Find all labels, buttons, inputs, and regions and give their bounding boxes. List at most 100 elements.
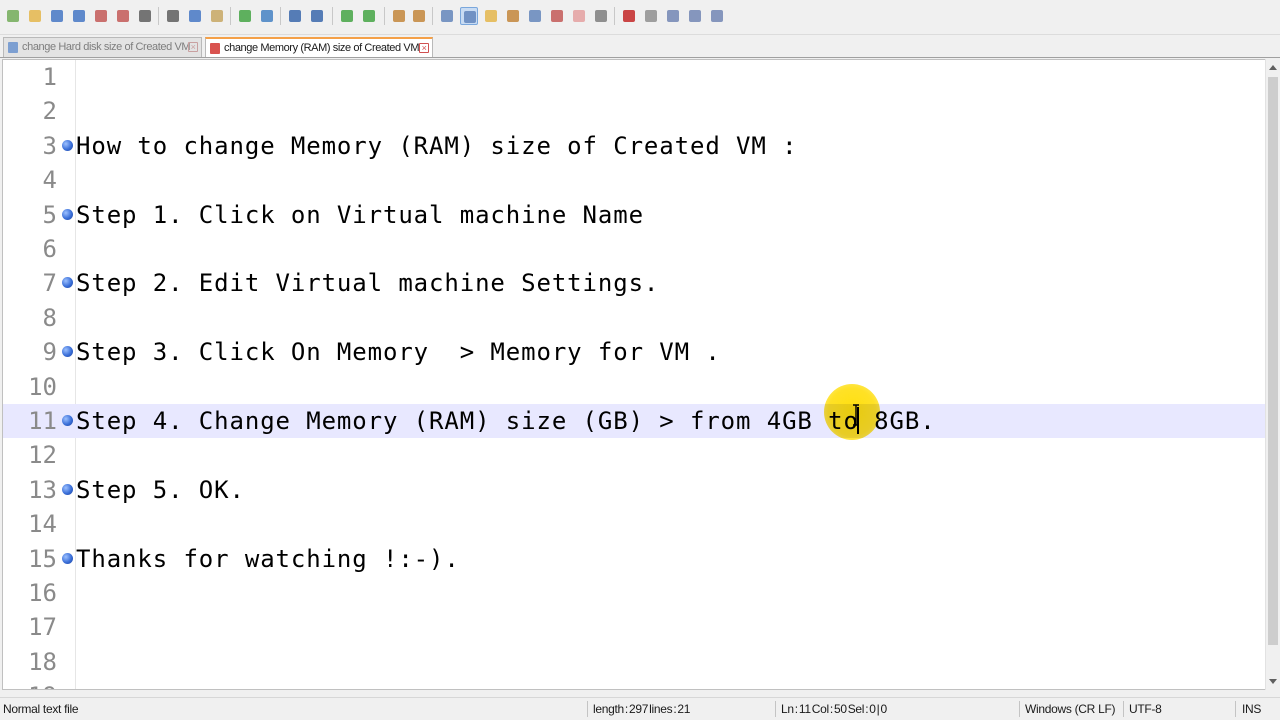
close-icon <box>95 10 107 22</box>
scroll-up-arrow-icon[interactable] <box>1269 65 1277 70</box>
line-text: How to change Memory (RAM) size of Creat… <box>76 131 798 160</box>
record-macro-button[interactable] <box>620 7 638 25</box>
status-bar: Normal text file length : 297 lines : 21… <box>0 697 1280 720</box>
vertical-scrollbar[interactable] <box>1265 59 1280 690</box>
print-button[interactable] <box>136 7 154 25</box>
indent-guide-icon <box>485 10 497 22</box>
tab-bar: change Hard disk size of Created VM × ch… <box>0 35 1280 58</box>
sync-vertical-icon <box>393 10 405 22</box>
scroll-down-arrow-icon[interactable] <box>1269 679 1277 684</box>
save-macro-icon <box>711 10 723 22</box>
line-number: 8 <box>42 303 57 332</box>
stop-recording-icon <box>645 10 657 22</box>
ibeam-cursor-icon <box>853 404 859 426</box>
copy-button[interactable] <box>186 7 204 25</box>
zoom-out-button[interactable] <box>360 7 378 25</box>
tab-change-memory[interactable]: change Memory (RAM) size of Created VM × <box>205 37 433 57</box>
playback-macro-button[interactable] <box>664 7 682 25</box>
find-button[interactable] <box>286 7 304 25</box>
editor-line[interactable]: 11 Step 4. Change Memory (RAM) size (GB) … <box>3 404 1265 438</box>
editor-line[interactable]: 16 <box>3 576 1265 610</box>
editor-line[interactable]: 2 <box>3 94 1265 128</box>
close-all-button[interactable] <box>114 7 132 25</box>
editor-line[interactable]: 18 <box>3 645 1265 679</box>
document-modified-icon <box>210 43 220 54</box>
indent-guide-button[interactable] <box>482 7 500 25</box>
cut-button[interactable] <box>164 7 182 25</box>
line-number: 13 <box>28 475 57 504</box>
line-number: 11 <box>28 407 57 435</box>
toolbar-separator <box>280 7 281 25</box>
line-number: 5 <box>42 200 57 229</box>
editor-line[interactable]: 12 <box>3 438 1265 472</box>
editor-line[interactable]: 7 Step 2. Edit Virtual machine Settings. <box>3 266 1265 300</box>
save-button[interactable] <box>48 7 66 25</box>
editor-line[interactable]: 17 <box>3 610 1265 644</box>
line-number: 3 <box>42 131 57 160</box>
editor-line[interactable]: 14 <box>3 507 1265 541</box>
user-defined-language-button[interactable] <box>504 7 522 25</box>
bookmark-marker-icon[interactable] <box>62 346 73 358</box>
redo-button[interactable] <box>258 7 276 25</box>
scrollbar-thumb[interactable] <box>1268 77 1278 645</box>
save-icon <box>51 10 63 22</box>
status-divider <box>775 701 776 717</box>
new-file-button[interactable] <box>4 7 22 25</box>
line-text: Step 5. OK. <box>76 475 245 504</box>
bookmark-marker-icon[interactable] <box>62 208 73 220</box>
undo-button[interactable] <box>236 7 254 25</box>
save-macro-button[interactable] <box>708 7 726 25</box>
zoom-in-button[interactable] <box>338 7 356 25</box>
editor-line[interactable]: 15 Thanks for watching !:-). <box>3 542 1265 576</box>
monitoring-button[interactable] <box>592 7 610 25</box>
word-wrap-button[interactable] <box>438 7 456 25</box>
document-map-button[interactable] <box>526 7 544 25</box>
close-tab-icon[interactable]: × <box>419 43 429 53</box>
document-icon <box>8 42 18 53</box>
copy-icon <box>189 10 201 22</box>
editor-line[interactable]: 9 Step 3. Click On Memory > Memory for VM… <box>3 335 1265 369</box>
record-macro-icon <box>623 10 635 22</box>
save-all-button[interactable] <box>70 7 88 25</box>
editor-line[interactable]: 13 Step 5. OK. <box>3 473 1265 507</box>
bookmark-marker-icon[interactable] <box>62 139 73 151</box>
replace-button[interactable] <box>308 7 326 25</box>
cut-icon <box>167 10 179 22</box>
editor-line[interactable]: 1 <box>3 60 1265 94</box>
text-editor[interactable]: 1 2 3 How to change Memory (RAM) size of Cr… <box>2 59 1278 690</box>
editor-line[interactable]: 3 How to change Memory (RAM) size of Crea… <box>3 129 1265 163</box>
bookmark-marker-icon[interactable] <box>62 483 73 495</box>
line-number: 14 <box>28 510 57 539</box>
bookmark-marker-icon[interactable] <box>62 552 73 564</box>
line-number: 10 <box>28 372 57 401</box>
status-position: Ln : 11 Col : 50 Sel : 0 | 0 <box>781 702 887 716</box>
line-number: 6 <box>42 235 57 263</box>
editor-line[interactable]: 4 <box>3 163 1265 197</box>
toolbar-separator <box>158 7 159 25</box>
zoom-in-icon <box>341 10 353 22</box>
sync-vertical-button[interactable] <box>390 7 408 25</box>
line-text: Thanks for watching !:-). <box>76 544 460 573</box>
editor-line[interactable]: 5 Step 1. Click on Virtual machine Name <box>3 198 1265 232</box>
run-macro-multiple-button[interactable] <box>686 7 704 25</box>
function-list-icon <box>551 10 563 22</box>
bookmark-marker-icon[interactable] <box>62 277 73 289</box>
line-number: 16 <box>28 579 57 607</box>
bookmark-marker-icon[interactable] <box>62 415 73 426</box>
editor-line[interactable]: 10 <box>3 370 1265 404</box>
tab-change-hard-disk[interactable]: change Hard disk size of Created VM × <box>3 37 202 57</box>
toolbar-separator <box>332 7 333 25</box>
close-button[interactable] <box>92 7 110 25</box>
show-all-characters-button[interactable] <box>460 7 478 25</box>
stop-recording-button[interactable] <box>642 7 660 25</box>
editor-line[interactable]: 19 <box>3 679 1265 689</box>
folder-as-workspace-button[interactable] <box>570 7 588 25</box>
editor-line[interactable]: 6 <box>3 232 1265 266</box>
paste-button[interactable] <box>208 7 226 25</box>
open-file-button[interactable] <box>26 7 44 25</box>
close-tab-icon[interactable]: × <box>188 42 198 52</box>
editor-line[interactable]: 8 <box>3 301 1265 335</box>
function-list-button[interactable] <box>548 7 566 25</box>
line-number: 17 <box>28 613 57 642</box>
sync-horizontal-button[interactable] <box>410 7 428 25</box>
